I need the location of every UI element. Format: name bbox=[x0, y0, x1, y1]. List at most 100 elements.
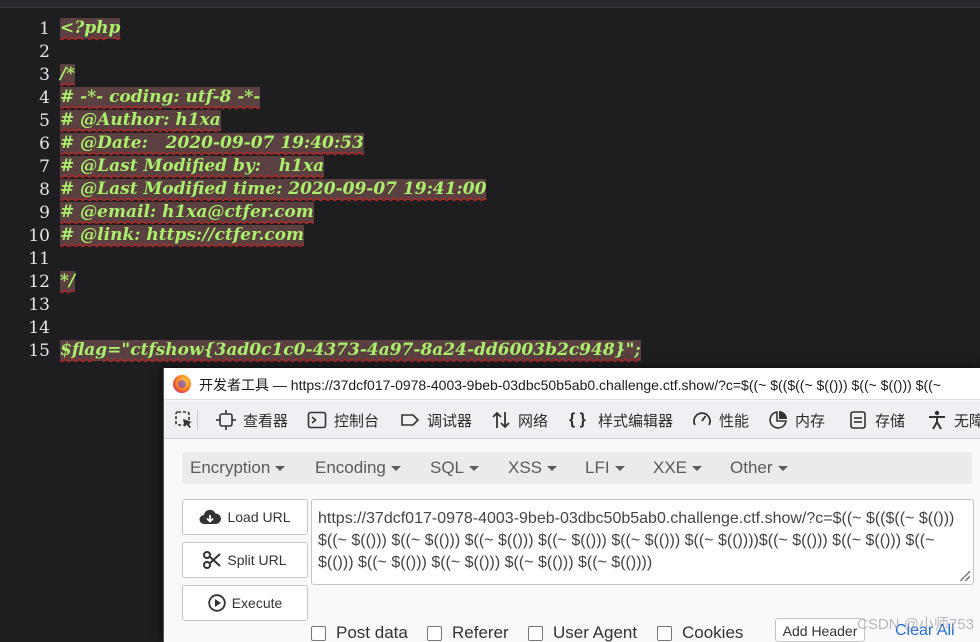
tab-style-editor[interactable]: { } 样式编辑器 bbox=[569, 401, 674, 438]
chevron-down-icon bbox=[390, 466, 401, 472]
tab-network-label: 网络 bbox=[518, 412, 549, 430]
tab-debugger-label: 调试器 bbox=[427, 412, 473, 430]
tab-performance-label: 性能 bbox=[719, 412, 750, 430]
tab-network[interactable]: 网络 bbox=[491, 401, 549, 438]
network-icon bbox=[492, 411, 510, 429]
menu-lfi[interactable]: LFI bbox=[585, 452, 625, 484]
resize-grip-icon[interactable] bbox=[960, 571, 970, 581]
devtools-window[interactable]: 开发者工具 — https://37dcf017-0978-4003-9beb-… bbox=[163, 368, 980, 642]
chevron-down-icon bbox=[469, 466, 480, 472]
chevron-down-icon bbox=[692, 466, 703, 472]
devtools-titlebar[interactable]: 开发者工具 — https://37dcf017-0978-4003-9beb-… bbox=[164, 368, 980, 400]
toolbar-separator bbox=[197, 410, 198, 430]
menu-sql[interactable]: SQL bbox=[430, 452, 480, 484]
checkbox-box[interactable] bbox=[657, 625, 672, 641]
line-code: <?php bbox=[60, 18, 121, 39]
element-picker-icon bbox=[175, 411, 192, 428]
code-line: 14 bbox=[0, 317, 980, 340]
devtools-title: 开发者工具 — https://37dcf017-0978-4003-9beb-… bbox=[199, 377, 941, 393]
url-input[interactable]: https://37dcf017-0978-4003-9beb-03dbc50b… bbox=[311, 499, 974, 585]
tab-accessibility[interactable]: 无障 bbox=[927, 401, 980, 438]
line-code: # @link: https://ctfer.com bbox=[60, 225, 304, 246]
menu-xxe[interactable]: XXE bbox=[653, 452, 703, 484]
tab-debugger[interactable]: 调试器 bbox=[400, 401, 473, 438]
code-line: 3 /* bbox=[0, 64, 980, 87]
execute-button[interactable]: Execute bbox=[182, 585, 308, 621]
checkbox-box[interactable] bbox=[311, 625, 326, 641]
line-number: 2 bbox=[39, 42, 50, 62]
tab-console[interactable]: 控制台 bbox=[307, 401, 379, 438]
storage-icon bbox=[850, 411, 866, 429]
code-line: 7 # @Last Modified by: h1xa bbox=[0, 156, 980, 179]
line-number: 14 bbox=[28, 318, 50, 338]
tab-style-editor-label: 样式编辑器 bbox=[598, 412, 674, 430]
watermark-text: CSDN @小师753 bbox=[857, 616, 974, 633]
menu-encoding[interactable]: Encoding bbox=[315, 452, 401, 484]
line-code: # -*- coding: utf-8 -*- bbox=[60, 87, 261, 108]
firefox-icon bbox=[173, 375, 191, 393]
performance-icon bbox=[693, 412, 711, 426]
code-line: 4 # -*- coding: utf-8 -*- bbox=[0, 87, 980, 110]
checkbox-box[interactable] bbox=[528, 625, 543, 641]
code-line: 5 # @Author: h1xa bbox=[0, 110, 980, 133]
line-number: 6 bbox=[39, 134, 50, 154]
line-code: $flag="ctfshow{3ad0c1c0-4373-4a97-8a24-d… bbox=[60, 340, 641, 361]
code-line: 2 bbox=[0, 41, 980, 64]
split-url-label: Split URL bbox=[227, 552, 287, 568]
menu-xss[interactable]: XSS bbox=[508, 452, 558, 484]
code-line: 10 # @link: https://ctfer.com bbox=[0, 225, 980, 248]
url-text: https://37dcf017-0978-4003-9beb-03dbc50b… bbox=[318, 510, 955, 571]
line-number: 13 bbox=[28, 295, 50, 315]
line-code: # @Date: 2020-09-07 19:40:53 bbox=[60, 133, 364, 154]
chevron-down-icon bbox=[777, 466, 788, 472]
inspector-icon bbox=[216, 410, 236, 430]
post-data-checkbox[interactable]: Post data bbox=[311, 623, 408, 642]
tab-memory[interactable]: 内存 bbox=[768, 401, 826, 438]
split-url-button[interactable]: Split URL bbox=[182, 542, 308, 578]
accessibility-icon bbox=[929, 410, 945, 430]
line-number: 3 bbox=[39, 65, 50, 85]
line-code: # @Last Modified time: 2020-09-07 19:41:… bbox=[60, 179, 487, 200]
code-line: 12 */ bbox=[0, 271, 980, 294]
line-number: 7 bbox=[39, 157, 50, 177]
load-url-button[interactable]: Load URL bbox=[182, 499, 308, 535]
style-editor-icon: { } bbox=[569, 411, 586, 428]
checkbox-box[interactable] bbox=[427, 625, 442, 641]
chevron-down-icon bbox=[547, 466, 558, 472]
line-code: # @Author: h1xa bbox=[60, 110, 221, 131]
referer-checkbox[interactable]: Referer bbox=[427, 623, 509, 642]
load-url-label: Load URL bbox=[227, 509, 291, 525]
code-line: 6 # @Date: 2020-09-07 19:40:53 bbox=[0, 133, 980, 156]
code-line: 13 bbox=[0, 294, 980, 317]
devtools-toolbar: 查看器 控制台 调试器 网络 { } 样式编辑器 性能 内存 存储 无 bbox=[164, 401, 980, 439]
cookies-checkbox[interactable]: Cookies bbox=[657, 623, 743, 642]
code-line: 11 bbox=[0, 248, 980, 271]
menu-other[interactable]: Other bbox=[730, 452, 788, 484]
element-picker-button[interactable] bbox=[174, 401, 194, 438]
menu-encryption[interactable]: Encryption bbox=[190, 452, 286, 484]
line-number: 4 bbox=[39, 88, 50, 108]
line-number: 10 bbox=[28, 226, 50, 246]
memory-icon bbox=[769, 411, 787, 429]
scissors-icon bbox=[203, 551, 222, 569]
line-number: 12 bbox=[28, 272, 50, 292]
tab-memory-label: 内存 bbox=[795, 412, 826, 430]
play-circle-icon bbox=[208, 594, 226, 612]
line-code: /* bbox=[60, 64, 76, 85]
line-number: 11 bbox=[28, 249, 50, 269]
user-agent-checkbox[interactable]: User Agent bbox=[528, 623, 637, 642]
code-line: 1 <?php bbox=[0, 18, 980, 41]
line-number: 8 bbox=[39, 180, 50, 200]
tab-storage-label: 存储 bbox=[875, 412, 906, 430]
add-header-button[interactable]: Add Header bbox=[775, 618, 865, 642]
tab-inspector[interactable]: 查看器 bbox=[216, 401, 288, 438]
execute-label: Execute bbox=[231, 595, 283, 611]
code-line: 15 $flag="ctfshow{3ad0c1c0-4373-4a97-8a24… bbox=[0, 340, 980, 363]
tab-storage[interactable]: 存储 bbox=[848, 401, 906, 438]
chevron-down-icon bbox=[614, 466, 625, 472]
line-number: 15 bbox=[28, 341, 50, 361]
tab-performance[interactable]: 性能 bbox=[692, 401, 750, 438]
cloud-download-icon bbox=[199, 509, 222, 524]
line-number: 1 bbox=[39, 19, 50, 39]
debugger-icon bbox=[401, 414, 420, 426]
